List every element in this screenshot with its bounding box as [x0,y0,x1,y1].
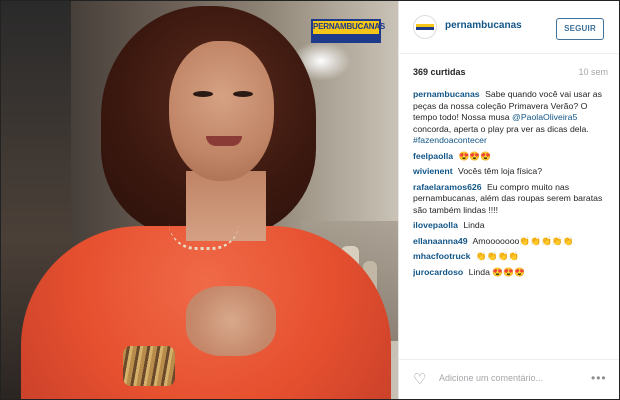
comment-item: rafaelaramos626 Eu compro muito nas pern… [413,182,609,217]
woman-face [169,41,274,181]
instagram-post-window: PERNAMBUCANAS pernambucanas SEGUIR 369 c… [0,0,620,400]
caption-text: concorda, aperta o play pra ver as dicas… [413,123,589,134]
caption-hashtag[interactable]: #fazendoacontecer [413,135,487,145]
woman-bracelets [123,346,175,386]
woman-eye [233,91,253,97]
post-header: pernambucanas SEGUIR [399,1,619,54]
comment-text: 😍😍😍 [458,150,491,161]
avatar-stripe-blue [416,27,434,30]
post-sidebar: pernambucanas SEGUIR 369 curtidas 10 sem… [398,1,619,399]
likes-count[interactable]: 369 curtidas [413,67,466,77]
comment-username[interactable]: mhacfootruck [413,251,470,261]
post-video[interactable]: PERNAMBUCANAS [1,1,398,399]
comments-list: pernambucanas Sabe quando você vai usar … [413,89,609,359]
caption-username[interactable]: pernambucanas [413,89,480,99]
follow-button[interactable]: SEGUIR [556,18,604,40]
brand-logo: PERNAMBUCANAS [311,19,386,43]
add-comment-input[interactable]: Adicione um comentário... [439,373,543,383]
comment-text: Vocês têm loja física? [458,166,543,176]
woman-mouth [206,136,242,146]
post-footer: ♡ Adicione um comentário... ••• [399,359,619,399]
comment-text: Linda 😍😍😍 [468,266,525,277]
woman-clasped-hands [186,286,276,356]
post-stats: 369 curtidas 10 sem [413,67,608,81]
woman-eye [193,91,213,97]
comment-username[interactable]: jurocardoso [413,267,463,277]
comment-username[interactable]: rafaelaramos626 [413,182,482,192]
brand-logo-text: PERNAMBUCANAS [313,22,386,31]
post-time[interactable]: 10 sem [578,67,608,77]
caption-mention[interactable]: @PaolaOliveira5 [512,112,577,122]
comment-text: 👏👏👏👏 [475,251,520,261]
comment-text: Linda [463,220,485,230]
comment-text: Amooooooo👏👏👏👏👏 [472,235,574,246]
heart-icon[interactable]: ♡ [413,372,429,388]
caption: pernambucanas Sabe quando você vai usar … [413,89,609,147]
avatar[interactable] [413,15,437,39]
comment-item: ellanaanna49 Amooooooo👏👏👏👏👏 [413,236,609,248]
comment-item: ilovepaolla Linda [413,220,609,232]
comment-username[interactable]: feelpaolla [413,151,453,161]
comment-username[interactable]: ellanaanna49 [413,236,468,246]
comment-item: feelpaolla 😍😍😍 [413,151,609,163]
comment-item: mhacfootruck 👏👏👏👏 [413,251,609,263]
comment-item: wivienent Vocês têm loja física? [413,166,609,178]
comment-username[interactable]: wivienent [413,166,453,176]
username-link[interactable]: pernambucanas [445,20,522,31]
comment-item: jurocardoso Linda 😍😍😍 [413,267,609,279]
comment-username[interactable]: ilovepaolla [413,220,458,230]
more-options-icon[interactable]: ••• [591,371,607,385]
